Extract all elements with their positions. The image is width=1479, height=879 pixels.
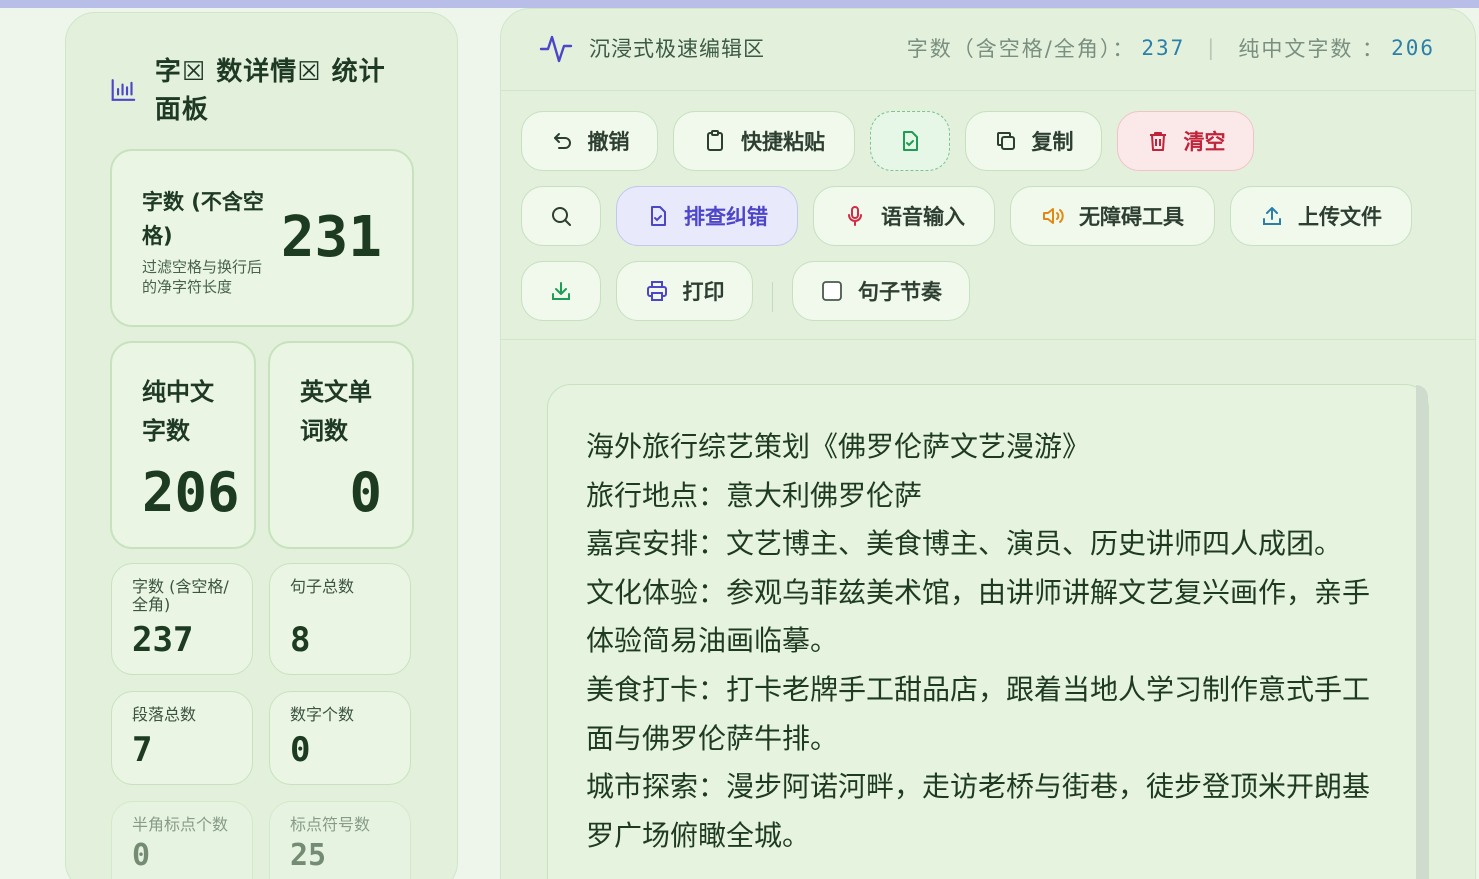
paste-button[interactable]: 快捷粘贴 — [673, 111, 855, 171]
download-button[interactable] — [521, 261, 601, 321]
search-button[interactable] — [521, 186, 601, 246]
copy-label: 复制 — [1031, 130, 1074, 154]
stat-label: 句子总数 — [290, 577, 355, 596]
stat-card-sentences: 句子总数 8 — [269, 563, 411, 675]
accessibility-button[interactable]: 无障碍工具 — [1010, 186, 1215, 246]
stat-value: 7 — [132, 730, 153, 770]
stat-value: 237 — [132, 620, 194, 660]
stat-label: 半角标点个数 — [132, 815, 229, 834]
paste-label: 快捷粘贴 — [741, 130, 825, 154]
editor-toolbar: 撤销 快捷粘贴 复制 清空 排查纠错 语音输入 无障碍工具 上传文件 打印 句子… — [501, 92, 1475, 340]
clear-button[interactable]: 清空 — [1117, 111, 1254, 171]
proofread-label: 排查纠错 — [684, 205, 768, 229]
stat-card-digits: 数字个数 0 — [269, 691, 411, 785]
proofread-button[interactable]: 排查纠错 — [616, 186, 798, 246]
stat-value: 25 — [290, 838, 327, 873]
upload-icon — [1263, 207, 1281, 225]
stat-value: 0 — [132, 838, 151, 873]
document-text[interactable]: 海外旅行综艺策划《佛罗伦萨文艺漫游》 旅行地点：意大利佛罗伦萨 嘉宾安排：文艺博… — [586, 423, 1386, 860]
upload-button[interactable]: 上传文件 — [1230, 186, 1412, 246]
stat-label: 纯中文字数 — [142, 378, 214, 445]
speaker-icon — [1043, 208, 1064, 224]
bar-chart-icon — [111, 79, 136, 101]
copy-icon — [996, 132, 1015, 150]
undo-label: 撤销 — [587, 130, 630, 154]
editor-title: 沉浸式极速编辑区 — [589, 37, 765, 61]
sentence-rhythm-label: 句子节奏 — [858, 280, 942, 304]
metric-label-chars: 字数（含空格/全角）： — [906, 37, 1136, 61]
undo-button[interactable]: 撤销 — [521, 111, 658, 171]
upload-label: 上传文件 — [1298, 205, 1382, 229]
window-top-strip — [0, 0, 1479, 8]
clipboard-icon — [707, 130, 723, 151]
stat-card-chars-with-space: 字数 (含空格/全角) 237 — [111, 563, 253, 675]
file-check-icon — [903, 131, 918, 151]
stat-value: 231 — [280, 205, 382, 270]
stat-value: 0 — [290, 730, 311, 770]
stat-description: 过滤空格与换行后的净字符长度 — [142, 258, 263, 296]
stat-label: 段落总数 — [132, 705, 197, 724]
metric-value-chinese: 206 — [1391, 36, 1435, 60]
stat-label: 标点符号数 — [290, 815, 371, 834]
accessibility-label: 无障碍工具 — [1079, 205, 1184, 229]
export-doc-button[interactable] — [870, 111, 950, 171]
stat-card-chinese-chars: 纯中文字数 206 — [110, 341, 256, 549]
metric-separator: | — [1207, 36, 1217, 60]
checkbox-icon — [822, 281, 842, 301]
stat-card-halfwidth-punct: 半角标点个数 0 — [111, 801, 253, 879]
search-icon — [552, 207, 571, 226]
printer-icon — [646, 281, 667, 301]
trash-icon — [1149, 132, 1166, 151]
stat-card-paragraphs: 段落总数 7 — [111, 691, 253, 785]
stat-card-chars-no-space: 字数 (不含空格) 过滤空格与换行后的净字符长度 231 — [110, 149, 414, 327]
microphone-icon — [848, 206, 862, 226]
stat-label: 英文单词数 — [300, 378, 372, 445]
editor-textarea[interactable]: 海外旅行综艺策划《佛罗伦萨文艺漫游》 旅行地点：意大利佛罗伦萨 嘉宾安排：文艺博… — [547, 384, 1429, 879]
editor-header: 沉浸式极速编辑区 字数（含空格/全角）： 237 | 纯中文字数 ： 206 — [501, 9, 1475, 91]
stat-card-punctuation: 标点符号数 25 — [269, 801, 411, 879]
stat-label: 字数 (不含空格) — [142, 190, 264, 248]
sentence-rhythm-toggle[interactable]: 句子节奏 — [792, 261, 970, 321]
stat-value: 206 — [142, 461, 240, 524]
stat-value: 0 — [349, 461, 382, 524]
print-label: 打印 — [682, 280, 725, 304]
clear-label: 清空 — [1183, 130, 1226, 154]
stat-label: 字数 (含空格/全角) — [132, 577, 229, 614]
stat-card-english-words: 英文单词数 0 — [268, 341, 414, 549]
scrollbar[interactable] — [1416, 385, 1428, 879]
stat-value: 8 — [290, 620, 311, 660]
voice-input-label: 语音输入 — [881, 205, 965, 229]
stats-panel-header: 字☒ 数详情☒ 统计面板 — [110, 53, 410, 129]
undo-icon — [553, 133, 571, 149]
activity-icon — [539, 35, 573, 63]
stat-label: 数字个数 — [290, 705, 355, 724]
download-icon — [552, 282, 570, 300]
toolbar-divider — [772, 282, 773, 312]
metric-value-chars: 237 — [1141, 36, 1186, 60]
stats-panel: 字☒ 数详情☒ 统计面板 字数 (不含空格) 过滤空格与换行后的净字符长度 23… — [65, 12, 458, 879]
header-metrics: 字数（含空格/全角）： 237 | 纯中文字数 ： 206 — [907, 33, 1435, 63]
stats-panel-title: 字☒ 数详情☒ 统计面板 — [154, 57, 386, 125]
copy-button[interactable]: 复制 — [965, 111, 1102, 171]
editor-panel: 沉浸式极速编辑区 字数（含空格/全角）： 237 | 纯中文字数 ： 206 撤… — [500, 8, 1476, 879]
file-check-icon — [651, 206, 666, 226]
voice-input-button[interactable]: 语音输入 — [813, 186, 995, 246]
metric-label-chinese: 纯中文字数 ： — [1238, 37, 1386, 61]
print-button[interactable]: 打印 — [616, 261, 753, 321]
